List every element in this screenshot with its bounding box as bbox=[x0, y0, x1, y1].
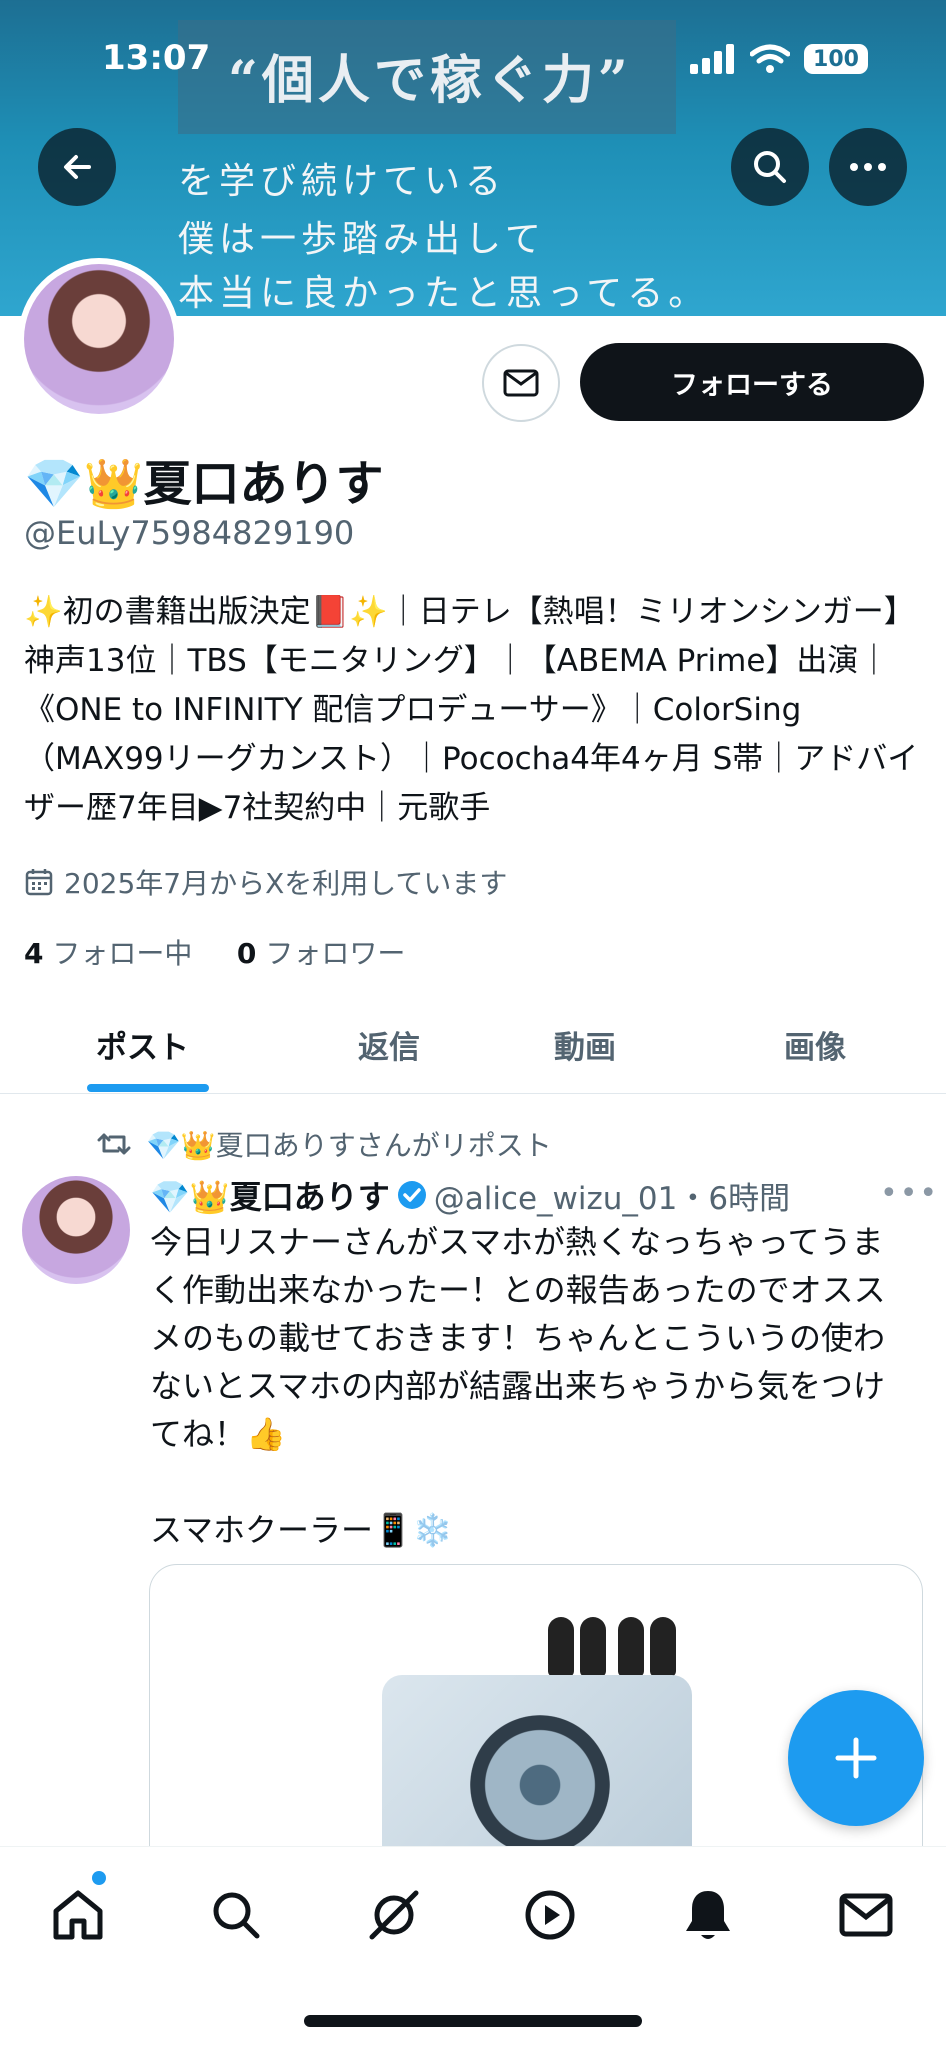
active-tab-indicator bbox=[87, 1084, 209, 1092]
nav-messages[interactable] bbox=[836, 1885, 896, 1945]
profile-tabs: ポスト 返信 動画 画像 bbox=[0, 998, 946, 1094]
video-icon bbox=[525, 1890, 575, 1940]
finger-sleeve-image bbox=[618, 1617, 644, 1677]
compose-button[interactable] bbox=[788, 1690, 924, 1826]
calendar-icon bbox=[25, 869, 53, 896]
nav-notifications[interactable] bbox=[678, 1885, 738, 1945]
battery-indicator: 100 bbox=[804, 44, 868, 74]
follow-button[interactable]: フォローする bbox=[580, 343, 924, 421]
grok-icon bbox=[369, 1890, 419, 1940]
finger-sleeve-image bbox=[580, 1617, 606, 1677]
mail-icon bbox=[503, 369, 539, 397]
more-button[interactable] bbox=[829, 128, 907, 206]
following-label: フォロー中 bbox=[52, 937, 193, 970]
arrow-left-icon bbox=[64, 155, 91, 179]
message-button[interactable] bbox=[482, 344, 560, 422]
search-icon bbox=[213, 1892, 260, 1939]
banner-line-2: 僕は一歩踏み出して bbox=[178, 219, 546, 260]
notification-dot bbox=[92, 1871, 106, 1885]
following-count: 4 bbox=[24, 937, 44, 970]
post-avatar[interactable] bbox=[22, 1176, 130, 1284]
repost-indicator: 💎👑夏口ありすさんがリポスト bbox=[96, 1124, 552, 1164]
search-icon bbox=[754, 151, 786, 183]
followers-link[interactable]: 0 フォロワー bbox=[237, 937, 405, 970]
tab-posts[interactable]: ポスト bbox=[96, 1022, 189, 1067]
avatar-image bbox=[24, 264, 174, 414]
profile-name: 💎👑夏口ありす bbox=[24, 456, 384, 512]
nav-video[interactable] bbox=[520, 1885, 580, 1945]
nav-home[interactable] bbox=[48, 1885, 108, 1945]
home-indicator bbox=[304, 2015, 642, 2027]
home-icon bbox=[53, 1890, 103, 1940]
post-header: 💎👑夏口ありす @alice_wizu_01・6時間 bbox=[150, 1172, 790, 1218]
repost-icon bbox=[97, 1133, 131, 1155]
post-more-icon[interactable]: ••• bbox=[880, 1176, 939, 1211]
banner-quote: “個人で稼ぐ力” bbox=[228, 50, 632, 111]
finger-sleeve-image bbox=[548, 1617, 574, 1677]
profile-bio: ✨初の書籍出版決定📕✨｜日テレ【熱唱！ミリオンシンガー】神声13位｜TBS【モニ… bbox=[24, 594, 919, 826]
signal-icon bbox=[690, 44, 734, 74]
post-meta: @alice_wizu_01・6時間 bbox=[433, 1180, 791, 1217]
wifi-icon bbox=[750, 44, 790, 73]
banner-line-1: を学び続けている bbox=[178, 161, 507, 202]
repost-label: 💎👑夏口ありすさんがリポスト bbox=[146, 1129, 552, 1162]
followers-count: 0 bbox=[236, 937, 257, 970]
status-time: 13:07 bbox=[102, 38, 211, 78]
post-author[interactable]: 💎👑夏口ありす bbox=[150, 1172, 390, 1218]
nav-search[interactable] bbox=[206, 1885, 266, 1945]
search-button[interactable] bbox=[731, 128, 809, 206]
finger-sleeve-image bbox=[650, 1617, 676, 1677]
status-icons: 100 bbox=[690, 44, 868, 74]
nav-grok[interactable] bbox=[364, 1885, 424, 1945]
cooler-fan-image bbox=[470, 1715, 610, 1855]
verified-badge-icon bbox=[397, 1181, 426, 1209]
profile-avatar[interactable] bbox=[18, 258, 180, 420]
mail-icon bbox=[839, 1893, 893, 1937]
tab-videos[interactable]: 動画 bbox=[554, 1022, 616, 1067]
profile-handle: @EuLy75984829190 bbox=[24, 514, 355, 552]
banner-line-3: 本当に良かったと思ってる。 bbox=[178, 273, 710, 314]
post-text: 今日リスナーさんがスマホが熱くなっちゃってうまく作動出来なかったー！との報告あっ… bbox=[150, 1223, 886, 1549]
joined-text: 2025年7月からXを利用しています bbox=[64, 867, 508, 900]
back-button[interactable] bbox=[38, 128, 116, 206]
bottom-navigation bbox=[0, 1846, 946, 2048]
bell-icon bbox=[686, 1891, 730, 1939]
profile-banner[interactable]: “個人で稼ぐ力” を学び続けている 僕は一歩踏み出して 本当に良かったと思ってる… bbox=[0, 0, 946, 316]
joined-date: 2025年7月からXを利用しています bbox=[24, 862, 507, 902]
tab-replies[interactable]: 返信 bbox=[358, 1022, 420, 1067]
tab-images[interactable]: 画像 bbox=[784, 1022, 846, 1067]
follow-stats: 4 フォロー中 0 フォロワー bbox=[24, 932, 405, 972]
following-link[interactable]: 4 フォロー中 bbox=[24, 937, 192, 970]
more-icon bbox=[850, 163, 886, 171]
followers-label: フォロワー bbox=[265, 937, 406, 970]
plus-icon bbox=[835, 1737, 877, 1779]
